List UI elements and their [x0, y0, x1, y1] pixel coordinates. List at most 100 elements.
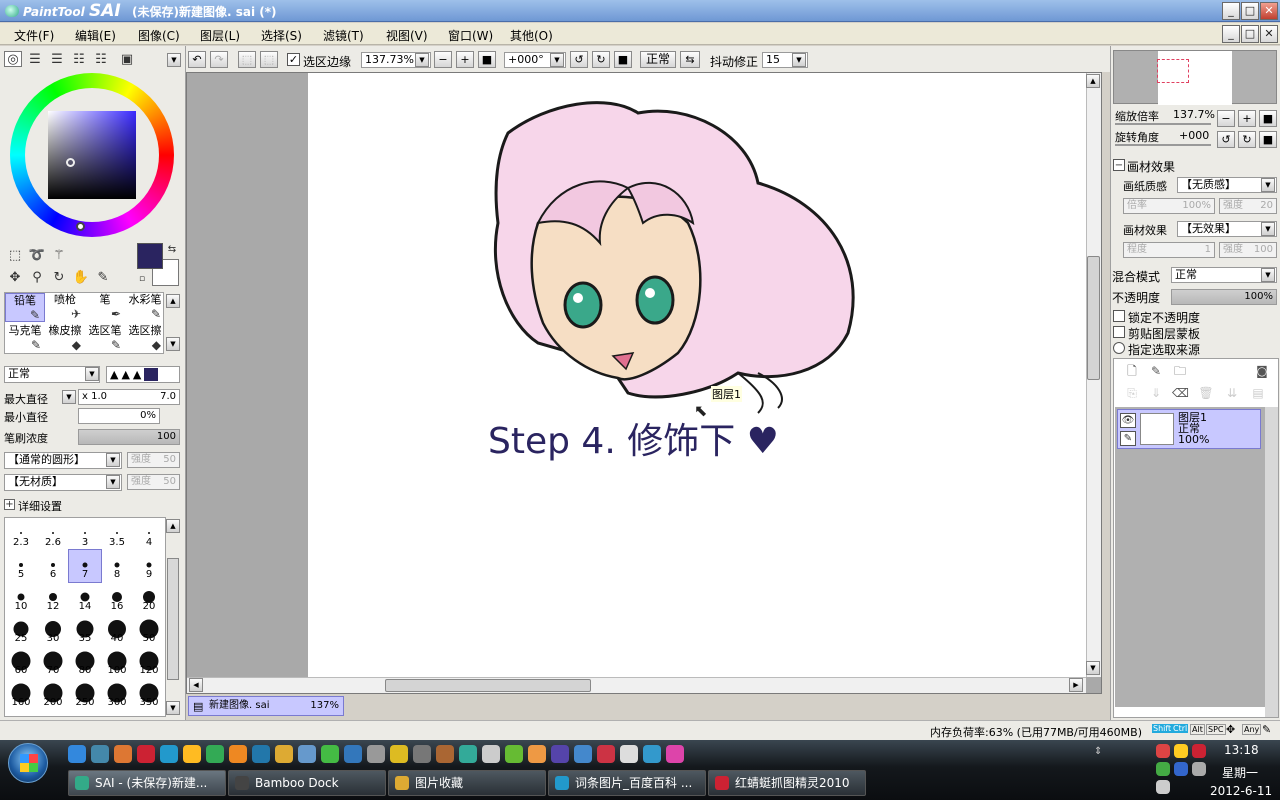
stabilizer-dropdown-arrow[interactable]: ▼ [792, 53, 806, 67]
scratchpad-icon[interactable]: ▣ [118, 51, 136, 67]
minimize-button[interactable]: _ [1222, 2, 1240, 20]
max-size-range-arrow[interactable]: ▼ [62, 390, 76, 404]
brush-size-cell[interactable]: 120 [133, 646, 165, 678]
brush-size-cell[interactable]: 12 [37, 582, 69, 614]
quicklaunch-ie-icon[interactable] [160, 745, 178, 763]
color-wheel-mode-icon[interactable]: ◎ [4, 51, 22, 67]
quicklaunch-app16-icon[interactable] [666, 745, 684, 763]
quicklaunch-app2-icon[interactable] [344, 745, 362, 763]
tray-expand-icon[interactable]: ⇕ [1094, 746, 1102, 757]
texture-panel-header[interactable]: 画材效果 [1127, 158, 1175, 175]
quicklaunch-app6-icon[interactable] [436, 745, 454, 763]
brush-size-cell[interactable]: 60 [5, 646, 37, 678]
nav-zoom-in-button[interactable]: + [1238, 110, 1256, 127]
tray-volume-icon[interactable] [1156, 780, 1170, 794]
quicklaunch-folder-icon[interactable] [275, 745, 293, 763]
brush-size-cell[interactable]: 350 [133, 678, 165, 710]
quicklaunch-orange-icon[interactable] [229, 745, 247, 763]
quicklaunch-green-icon[interactable] [206, 745, 224, 763]
task-baidu-baike[interactable]: 词条图片_百度百科 ... [548, 770, 706, 796]
move-icon[interactable]: ✥ [6, 268, 24, 286]
nav-rotate-reset-button[interactable]: ■ [1259, 131, 1277, 148]
start-button[interactable] [8, 743, 48, 783]
brush-size-cell[interactable]: 14 [69, 582, 101, 614]
quicklaunch-app15-icon[interactable] [643, 745, 661, 763]
brush-size-cell[interactable]: 160 [5, 678, 37, 710]
brush-edge-presets[interactable]: ▲▲▲■ [106, 366, 180, 383]
shape-strength-field[interactable]: 强度 50 [127, 452, 180, 468]
doc-close-button[interactable]: ✕ [1260, 25, 1278, 43]
menu-filter[interactable]: 滤镜(T) [323, 27, 364, 44]
maximize-button[interactable]: □ [1241, 2, 1259, 20]
task-sai[interactable]: SAI - (未保存)新建... [68, 770, 226, 796]
brush-size-scrollbar-thumb[interactable] [167, 558, 179, 680]
brush-size-cell[interactable]: 3 [69, 518, 101, 550]
zoom-icon[interactable]: ⚲ [28, 268, 46, 286]
doc-minimize-button[interactable]: _ [1222, 25, 1240, 43]
redo-button[interactable]: ↷ [210, 51, 228, 68]
paper-scale-field[interactable]: 倍率 100% [1123, 198, 1215, 214]
brush-size-cell[interactable]: 50 [133, 614, 165, 646]
task-picture-folder[interactable]: 图片收藏 [388, 770, 546, 796]
tool-scroll-down[interactable]: ▼ [166, 337, 180, 351]
quicklaunch-app8-icon[interactable] [482, 745, 500, 763]
brush-blend-arrow[interactable]: ▼ [85, 367, 99, 381]
vscroll-thumb[interactable] [1087, 256, 1100, 380]
menu-other[interactable]: 其他(O) [510, 27, 553, 44]
brush-size-cell[interactable]: 300 [101, 678, 133, 710]
brush-shape-select[interactable]: 【通常的圆形】 [4, 452, 122, 469]
tray-icon-2[interactable] [1174, 744, 1188, 758]
layer-scrollbar[interactable] [1265, 407, 1278, 717]
brush-size-cell[interactable]: 5 [5, 550, 37, 582]
tool-pencil[interactable]: 铅笔 ✎ [5, 293, 45, 322]
swatch-mode-icon[interactable]: ☷ [70, 51, 88, 67]
advanced-settings-label[interactable]: 详细设置 [18, 498, 62, 514]
brush-size-cell[interactable]: 35 [69, 614, 101, 646]
clear-layer-icon[interactable]: ⌫ [1172, 385, 1189, 401]
new-folder-icon[interactable]: 🗀 [1172, 363, 1188, 379]
brush-size-cell[interactable]: 30 [37, 614, 69, 646]
eyedropper-icon[interactable]: ✎ [94, 268, 112, 286]
menu-view[interactable]: 视图(V) [386, 27, 428, 44]
brush-size-scroll-down[interactable]: ▼ [166, 701, 180, 715]
layer-visibility-eye-icon[interactable]: 👁 [1120, 413, 1136, 428]
hscroll-thumb[interactable] [385, 679, 591, 692]
brush-texture-select[interactable]: 【无材质】 [4, 474, 122, 491]
flip-view-button[interactable]: ⇆ [680, 51, 700, 68]
selection-edge-checkbox[interactable]: ✓ [287, 53, 300, 66]
primary-color-swatch[interactable] [137, 243, 163, 269]
swap-colors-icon[interactable]: ⇆ [165, 242, 179, 256]
brush-size-cell[interactable]: 25 [5, 614, 37, 646]
menu-image[interactable]: 图像(C) [138, 27, 180, 44]
rotate-icon[interactable]: ↻ [50, 268, 68, 286]
tray-icon-4[interactable] [1156, 762, 1170, 776]
view-blend-button[interactable]: 正常 [640, 51, 676, 68]
effect-strength-field[interactable]: 强度 100 [1219, 242, 1277, 258]
zoom-out-button[interactable]: − [434, 51, 452, 68]
brush-size-scroll-up[interactable]: ▲ [166, 519, 180, 533]
brush-size-cell[interactable]: 80 [69, 646, 101, 678]
nav-zoom-slider[interactable] [1115, 123, 1211, 125]
rotate-right-button[interactable]: ↻ [592, 51, 610, 68]
brush-texture-arrow[interactable]: ▼ [106, 475, 120, 489]
new-layer-icon[interactable]: 🗋 [1124, 363, 1140, 379]
vscroll-up-button[interactable]: ▲ [1086, 74, 1100, 88]
quicklaunch-app5-icon[interactable] [413, 745, 431, 763]
effect-arrow[interactable]: ▼ [1261, 222, 1275, 236]
quicklaunch-explorer-icon[interactable] [91, 745, 109, 763]
transparent-color-icon[interactable]: ▫ [137, 274, 147, 284]
brush-size-cell[interactable]: 250 [69, 678, 101, 710]
quicklaunch-pen-icon[interactable] [298, 745, 316, 763]
quicklaunch-app7-icon[interactable] [459, 745, 477, 763]
layer-paint-brush-icon[interactable]: ✎ [1120, 431, 1136, 446]
menu-window[interactable]: 窗口(W) [448, 27, 493, 44]
layer-blend-arrow[interactable]: ▼ [1261, 268, 1275, 282]
max-size-field[interactable]: x 1.0 7.0 [78, 389, 180, 405]
tool-scroll-up[interactable]: ▲ [166, 294, 180, 308]
quicklaunch-app13-icon[interactable] [597, 745, 615, 763]
zoom-in-button[interactable]: + [456, 51, 474, 68]
brush-size-cell[interactable]: 200 [37, 678, 69, 710]
invert-selection-button[interactable]: ⬚ [260, 51, 278, 68]
brush-size-cell[interactable]: 2.3 [5, 518, 37, 550]
tool-select-pen[interactable]: 选区笔 ✎ [85, 324, 125, 353]
